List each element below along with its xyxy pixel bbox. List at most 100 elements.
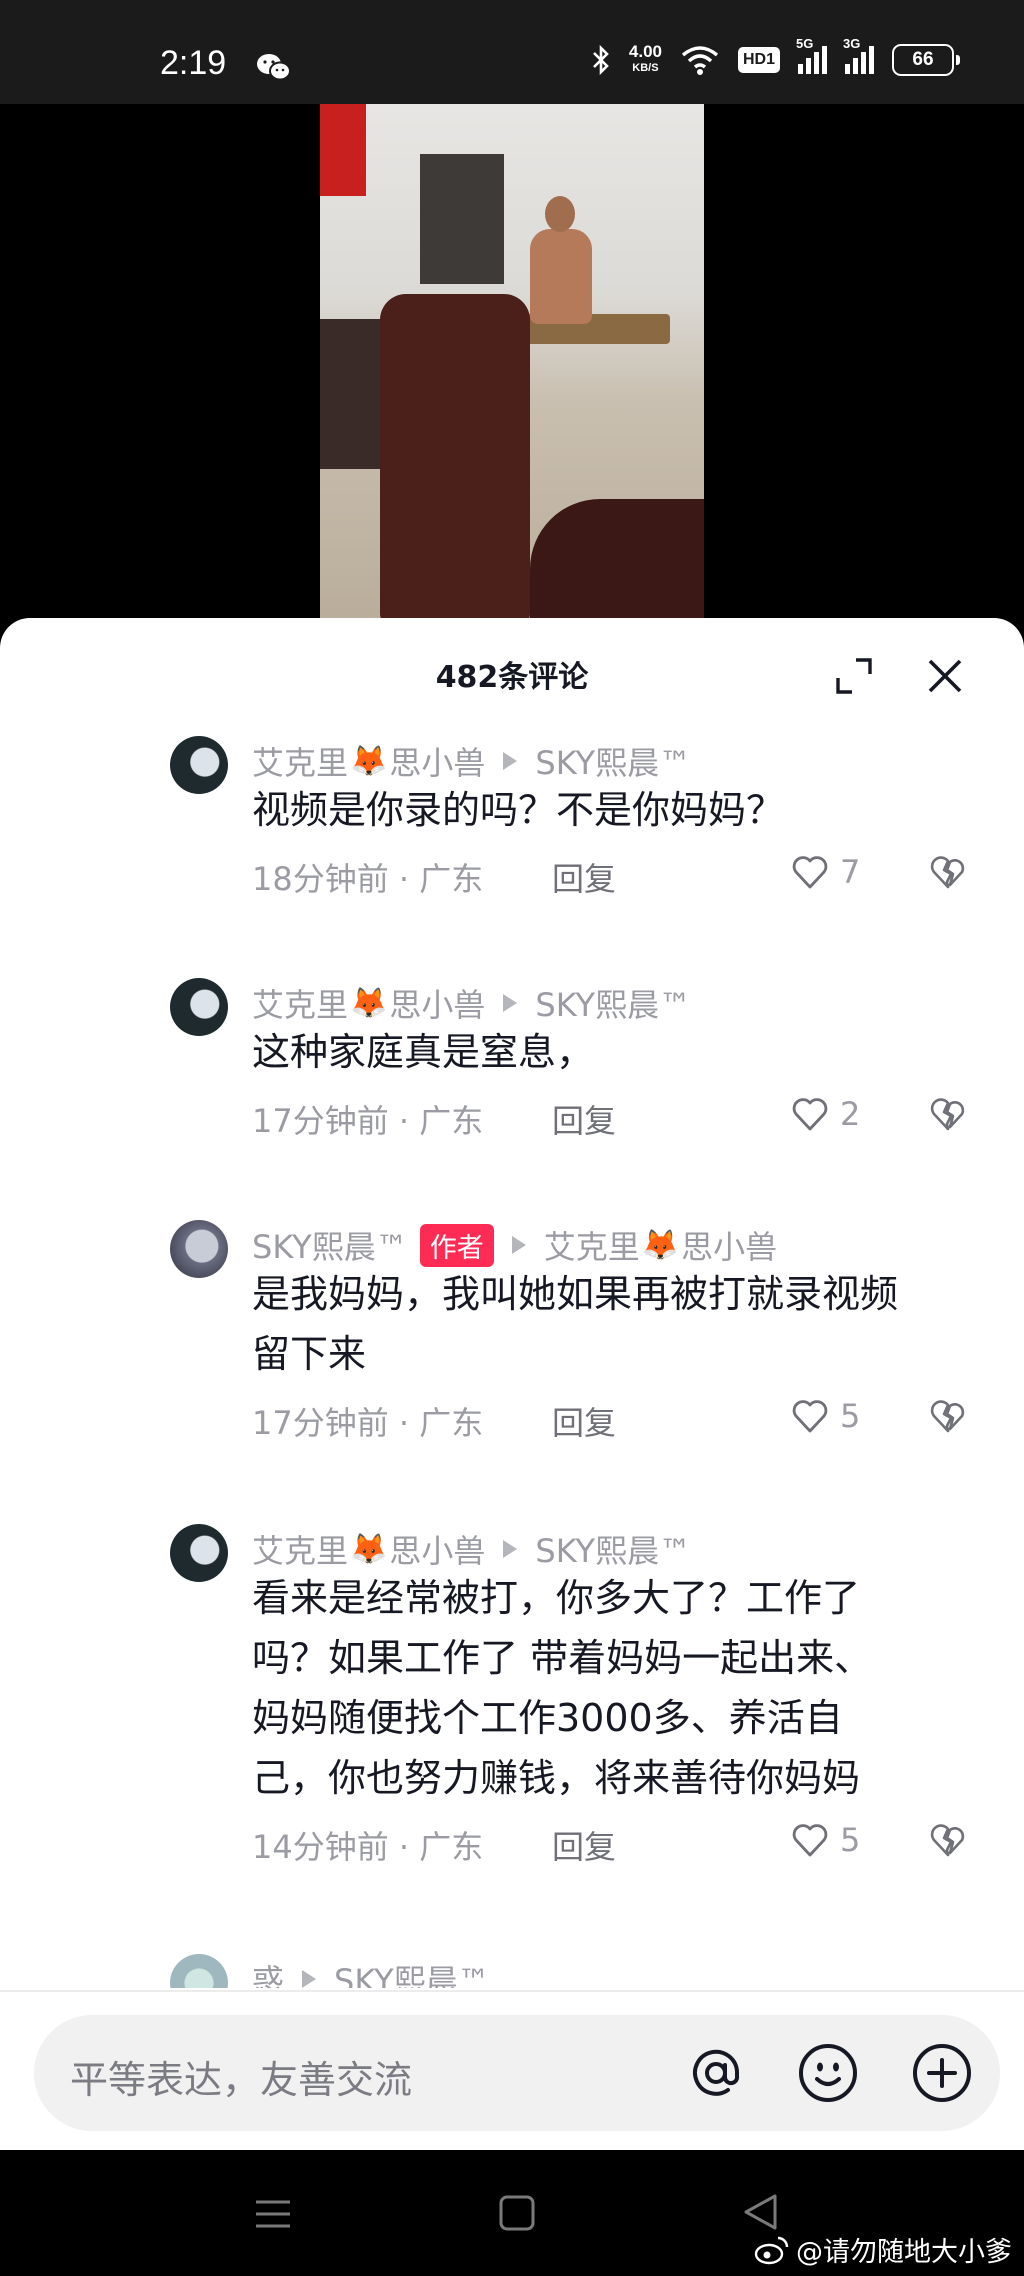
- video-scene-chair: [380, 294, 530, 624]
- back-icon[interactable]: [742, 2192, 780, 2232]
- hd-badge: HD1: [737, 47, 780, 73]
- video-scene-head: [545, 196, 575, 232]
- reply-arrow-icon: [302, 1970, 317, 1988]
- comment-time-location: 18分钟前 · 广东: [252, 860, 484, 898]
- avatar[interactable]: [170, 1220, 228, 1278]
- reply-button[interactable]: 回复: [552, 1398, 616, 1444]
- avatar[interactable]: [170, 978, 228, 1036]
- comment-username[interactable]: SKY熙晨™: [252, 1222, 408, 1268]
- home-icon[interactable]: [498, 2194, 536, 2232]
- comment-input-placeholder[interactable]: 平等表达，友善交流: [70, 2049, 412, 2104]
- comment-text[interactable]: 看来是经常被打，你多大了？工作了 吗？如果工作了 带着妈妈一起出来、 妈妈随便找…: [252, 1568, 982, 1808]
- like-button[interactable]: 7: [790, 852, 860, 892]
- reply-to-user[interactable]: 艾克里: [544, 1222, 640, 1268]
- weibo-watermark: @请勿随地大小爹: [754, 2230, 1012, 2269]
- comment-footer: 14分钟前 · 广东 回复 5: [252, 1820, 972, 1872]
- signal-sim2-icon: 3G: [843, 36, 874, 74]
- comment-text-line: 留下来: [252, 1332, 367, 1376]
- fox-emoji-icon: 🦊: [350, 1531, 388, 1567]
- fox-emoji-icon: 🦊: [350, 985, 388, 1021]
- comment-username-suffix[interactable]: 思小兽: [389, 980, 485, 1026]
- mention-at-icon[interactable]: [684, 2041, 748, 2105]
- like-count: 2: [840, 1095, 861, 1133]
- comment-username-suffix[interactable]: 思小兽: [389, 1526, 485, 1572]
- reply-to-user-suffix[interactable]: 思小兽: [681, 1222, 777, 1268]
- reply-to-user[interactable]: SKY熙晨™: [535, 980, 691, 1026]
- comment-text-line: 是我妈妈，我叫她如果再被打就录视频: [252, 1272, 899, 1316]
- comment-text[interactable]: 这种家庭真是窒息，: [252, 1022, 982, 1082]
- comments-sheet: 482条评论 艾克里 🦊 思小兽 SKY熙晨™ 视频是你录的吗？不是你妈妈？ 1…: [0, 618, 1024, 2150]
- author-badge: 作者: [419, 1223, 494, 1267]
- battery-level: 66: [912, 49, 934, 70]
- watermark-text: @请勿随地大小爹: [796, 2237, 1012, 2268]
- comment-meta: 艾克里 🦊 思小兽 SKY熙晨™: [252, 1526, 691, 1572]
- comment-text[interactable]: 是我妈妈，我叫她如果再被打就录视频 留下来: [252, 1264, 982, 1384]
- status-time: 2:19: [160, 44, 227, 82]
- dislike-broken-heart-icon[interactable]: [928, 1094, 968, 1134]
- signal-sim1-icon: 5G: [796, 36, 827, 74]
- net-speed: 4.00 KB/S: [628, 42, 662, 74]
- fox-emoji-icon: 🦊: [350, 743, 388, 779]
- comment-footer: 17分钟前 · 广东 回复 2: [252, 1094, 972, 1146]
- menu-icon[interactable]: [254, 2198, 292, 2230]
- comment-time-location: 17分钟前 · 广东: [252, 1404, 484, 1442]
- comment-username[interactable]: 艾克里: [252, 1526, 348, 1572]
- video-scene-person: [530, 229, 592, 324]
- comment-username[interactable]: 艾克里: [252, 738, 348, 784]
- comment-text-line: 己，你也努力赚钱，将来善待你妈妈: [252, 1756, 861, 1800]
- reply-button[interactable]: 回复: [552, 1822, 616, 1868]
- reply-arrow-icon: [503, 1540, 518, 1558]
- comment-time-location: 17分钟前 · 广东: [252, 1102, 484, 1140]
- video-frame[interactable]: [320, 104, 704, 644]
- heart-icon: [792, 1400, 828, 1433]
- divider: [0, 1990, 1024, 1992]
- heart-icon: [792, 856, 828, 889]
- like-button[interactable]: 5: [790, 1820, 860, 1860]
- like-count: 5: [840, 1821, 861, 1859]
- reply-arrow-icon: [503, 994, 518, 1012]
- like-button[interactable]: 5: [790, 1396, 860, 1436]
- dislike-broken-heart-icon[interactable]: [928, 852, 968, 892]
- comment-footer: 18分钟前 · 广东 回复 7: [252, 852, 972, 904]
- reply-button[interactable]: 回复: [552, 1096, 616, 1142]
- like-button[interactable]: 2: [790, 1094, 860, 1134]
- bluetooth-icon: [592, 44, 609, 76]
- emoji-icon[interactable]: [796, 2041, 860, 2105]
- comment-text[interactable]: 视频是你录的吗？不是你妈妈？: [252, 780, 982, 840]
- comment-username-suffix[interactable]: 思小兽: [389, 738, 485, 784]
- video-player[interactable]: [0, 104, 1024, 644]
- comment-text-line: 妈妈随便找个工作3000多、养活自: [252, 1696, 843, 1740]
- comment-time-location: 14分钟前 · 广东: [252, 1828, 484, 1866]
- avatar[interactable]: [170, 1524, 228, 1582]
- wechat-icon: [257, 54, 291, 81]
- add-icon[interactable]: [910, 2041, 974, 2105]
- reply-arrow-icon: [503, 752, 518, 770]
- heart-icon: [792, 1824, 828, 1857]
- comment-meta: SKY熙晨™ 作者 艾克里 🦊 思小兽: [252, 1222, 777, 1268]
- status-icons: 4.00 KB/S HD1 5G 3G 66: [591, 36, 960, 76]
- battery-icon: 66: [892, 44, 960, 76]
- expand-icon[interactable]: [834, 656, 874, 696]
- comment-username[interactable]: 艾克里: [252, 980, 348, 1026]
- reply-to-user[interactable]: SKY熙晨™: [535, 1526, 691, 1572]
- like-count: 5: [840, 1397, 861, 1435]
- video-scene-shelf: [420, 154, 504, 284]
- avatar[interactable]: [170, 736, 228, 794]
- dislike-broken-heart-icon[interactable]: [928, 1396, 968, 1436]
- comment-footer: 17分钟前 · 广东 回复 5: [252, 1396, 972, 1448]
- status-bar: 2:19 4.00 KB/S HD1 5G 3G 66: [0, 0, 1024, 104]
- video-scene-poster: [320, 104, 366, 196]
- comment-input[interactable]: 平等表达，友善交流: [34, 2015, 1000, 2131]
- weibo-logo-icon: [754, 2236, 789, 2264]
- like-count: 7: [840, 853, 861, 891]
- wifi-icon: [681, 46, 719, 75]
- reply-to-user[interactable]: SKY熙晨™: [535, 738, 691, 784]
- close-icon[interactable]: [925, 656, 965, 696]
- fox-emoji-icon: 🦊: [641, 1227, 680, 1263]
- comment-text-line: 看来是经常被打，你多大了？工作了: [252, 1576, 861, 1620]
- comment-text-line: 吗？如果工作了 带着妈妈一起出来、: [252, 1636, 873, 1680]
- reply-button[interactable]: 回复: [552, 854, 616, 900]
- heart-icon: [792, 1098, 828, 1131]
- reply-arrow-icon: [511, 1236, 526, 1254]
- dislike-broken-heart-icon[interactable]: [928, 1820, 968, 1860]
